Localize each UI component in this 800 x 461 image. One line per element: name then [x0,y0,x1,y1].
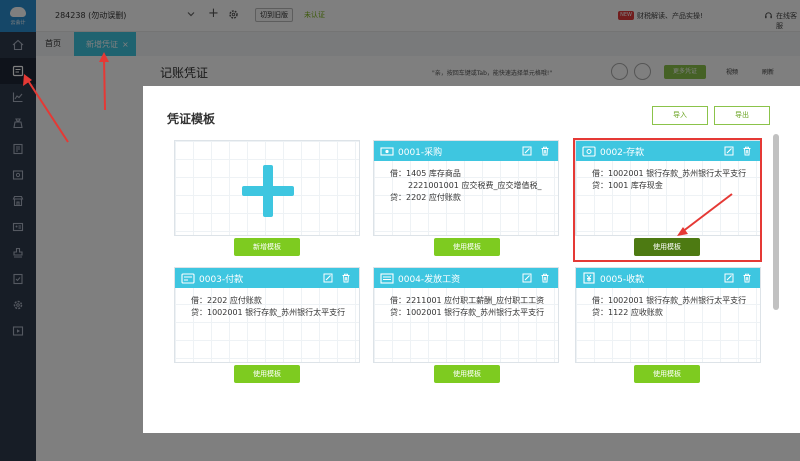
arrow-to-sidebar [23,74,69,143]
annotation-arrows [23,52,733,236]
arrow-to-use-button [677,193,733,236]
arrow-to-tab [99,52,109,111]
